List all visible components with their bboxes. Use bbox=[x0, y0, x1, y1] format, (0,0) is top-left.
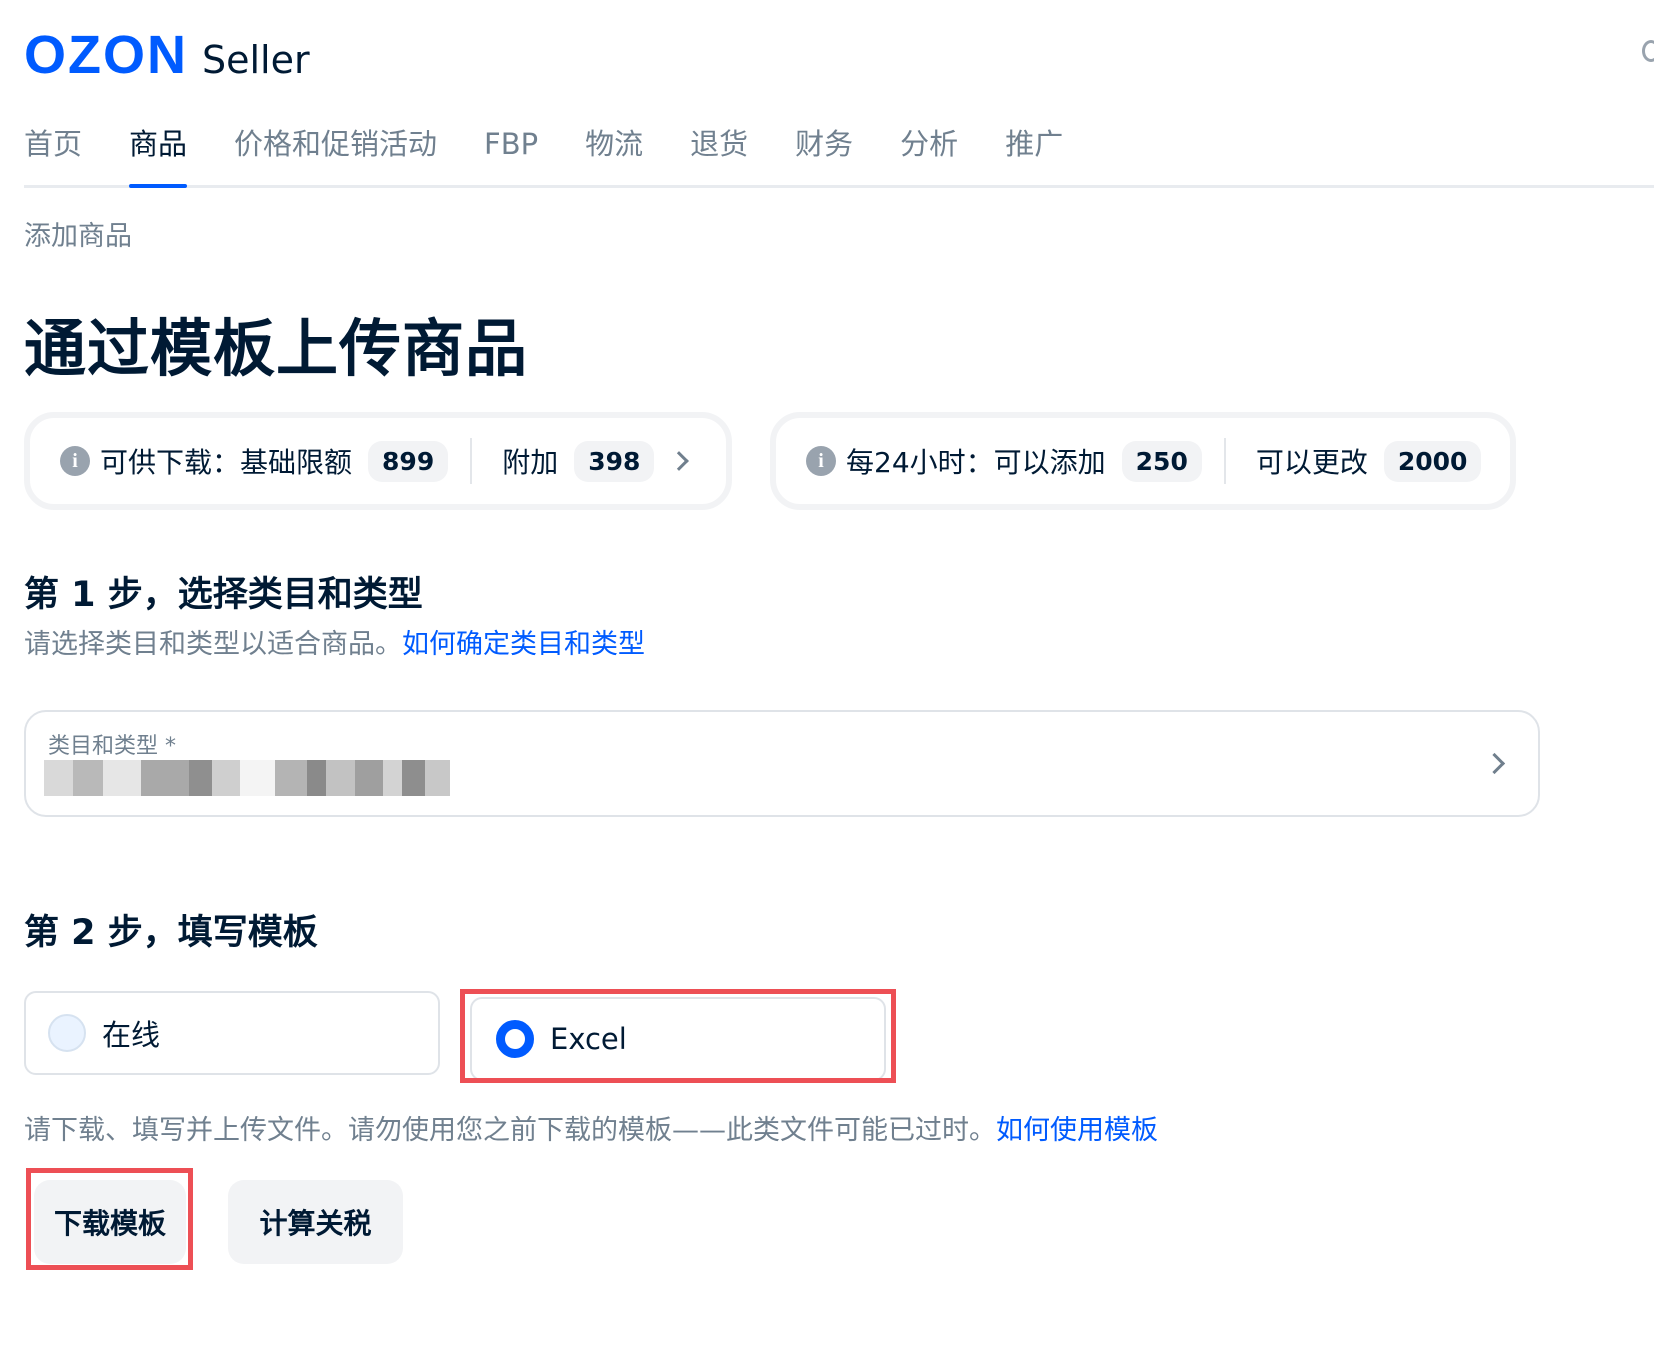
step2-description-text: 请下载、填写并上传文件。请勿使用您之前下载的模板——此类文件可能已过时。 bbox=[24, 1115, 996, 1146]
nav-item-products[interactable]: 商品 bbox=[129, 122, 188, 188]
can-add-value: 250 bbox=[1121, 440, 1202, 482]
chevron-right-icon[interactable] bbox=[669, 451, 690, 471]
step2-help-link[interactable]: 如何使用模板 bbox=[996, 1115, 1158, 1146]
info-icon[interactable]: i bbox=[60, 446, 90, 476]
nav-item-fbp[interactable]: FBP bbox=[484, 122, 538, 185]
can-change-label: 可以更改 bbox=[1255, 446, 1368, 479]
step1-help-link[interactable]: 如何确定类目和类型 bbox=[402, 629, 645, 660]
download-quota-label: 可供下载： bbox=[100, 446, 241, 479]
logo-brand: OZON bbox=[24, 25, 188, 85]
nav-item-finance[interactable]: 财务 bbox=[795, 122, 853, 185]
divider bbox=[470, 438, 473, 484]
nav-item-analytics[interactable]: 分析 bbox=[900, 122, 958, 185]
radio-online[interactable] bbox=[48, 1014, 86, 1052]
category-field-label: 类目和类型 * bbox=[48, 734, 176, 759]
category-field-value-blurred bbox=[44, 760, 451, 796]
base-limit-label: 基础限额 bbox=[240, 446, 353, 479]
search-icon[interactable] bbox=[1642, 40, 1654, 62]
chevron-right-icon bbox=[1483, 752, 1506, 775]
can-change-value: 2000 bbox=[1383, 440, 1482, 482]
daily-quota-card: i 每24小时： 可以添加 250 可以更改 2000 bbox=[770, 412, 1516, 510]
nav-item-promotion[interactable]: 推广 bbox=[1005, 122, 1063, 185]
step2-description: 请下载、填写并上传文件。请勿使用您之前下载的模板——此类文件可能已过时。如何使用… bbox=[24, 1108, 1158, 1147]
step1-title: 第 1 步，选择类目和类型 bbox=[24, 575, 423, 615]
nav-item-logistics[interactable]: 物流 bbox=[585, 122, 643, 185]
main-nav: 首页 商品 价格和促销活动 FBP 物流 退货 财务 分析 推广 bbox=[24, 122, 1654, 188]
info-icon[interactable]: i bbox=[806, 446, 836, 476]
excel-option-highlight bbox=[460, 989, 896, 1083]
logo-product: Seller bbox=[202, 38, 310, 82]
step1-description: 请选择类目和类型以适合商品。如何确定类目和类型 bbox=[24, 622, 645, 661]
calculate-duty-button[interactable]: 计算关税 bbox=[228, 1180, 403, 1264]
category-type-select[interactable]: 类目和类型 * bbox=[24, 710, 1540, 817]
base-limit-value: 899 bbox=[368, 440, 449, 482]
extra-limit-value: 398 bbox=[574, 440, 655, 482]
ozon-seller-logo[interactable]: OZON Seller bbox=[24, 28, 310, 82]
option-online[interactable]: 在线 bbox=[24, 991, 440, 1075]
extra-limit-label: 附加 bbox=[502, 446, 559, 479]
divider bbox=[1223, 438, 1226, 484]
download-button-highlight bbox=[26, 1168, 193, 1270]
page-title: 通过模板上传商品 bbox=[24, 312, 529, 385]
nav-item-returns[interactable]: 退货 bbox=[690, 122, 748, 185]
can-add-label: 可以添加 bbox=[993, 446, 1106, 479]
nav-item-prices-promotions[interactable]: 价格和促销活动 bbox=[234, 122, 437, 185]
option-online-label: 在线 bbox=[102, 1018, 161, 1052]
nav-item-home[interactable]: 首页 bbox=[24, 122, 82, 185]
step2-title: 第 2 步，填写模板 bbox=[24, 913, 318, 953]
breadcrumb[interactable]: 添加商品 bbox=[24, 214, 132, 253]
step1-description-text: 请选择类目和类型以适合商品。 bbox=[24, 629, 402, 660]
daily-quota-label: 每24小时： bbox=[846, 446, 994, 479]
download-quota-card: i 可供下载： 基础限额 899 附加 398 bbox=[24, 412, 732, 510]
